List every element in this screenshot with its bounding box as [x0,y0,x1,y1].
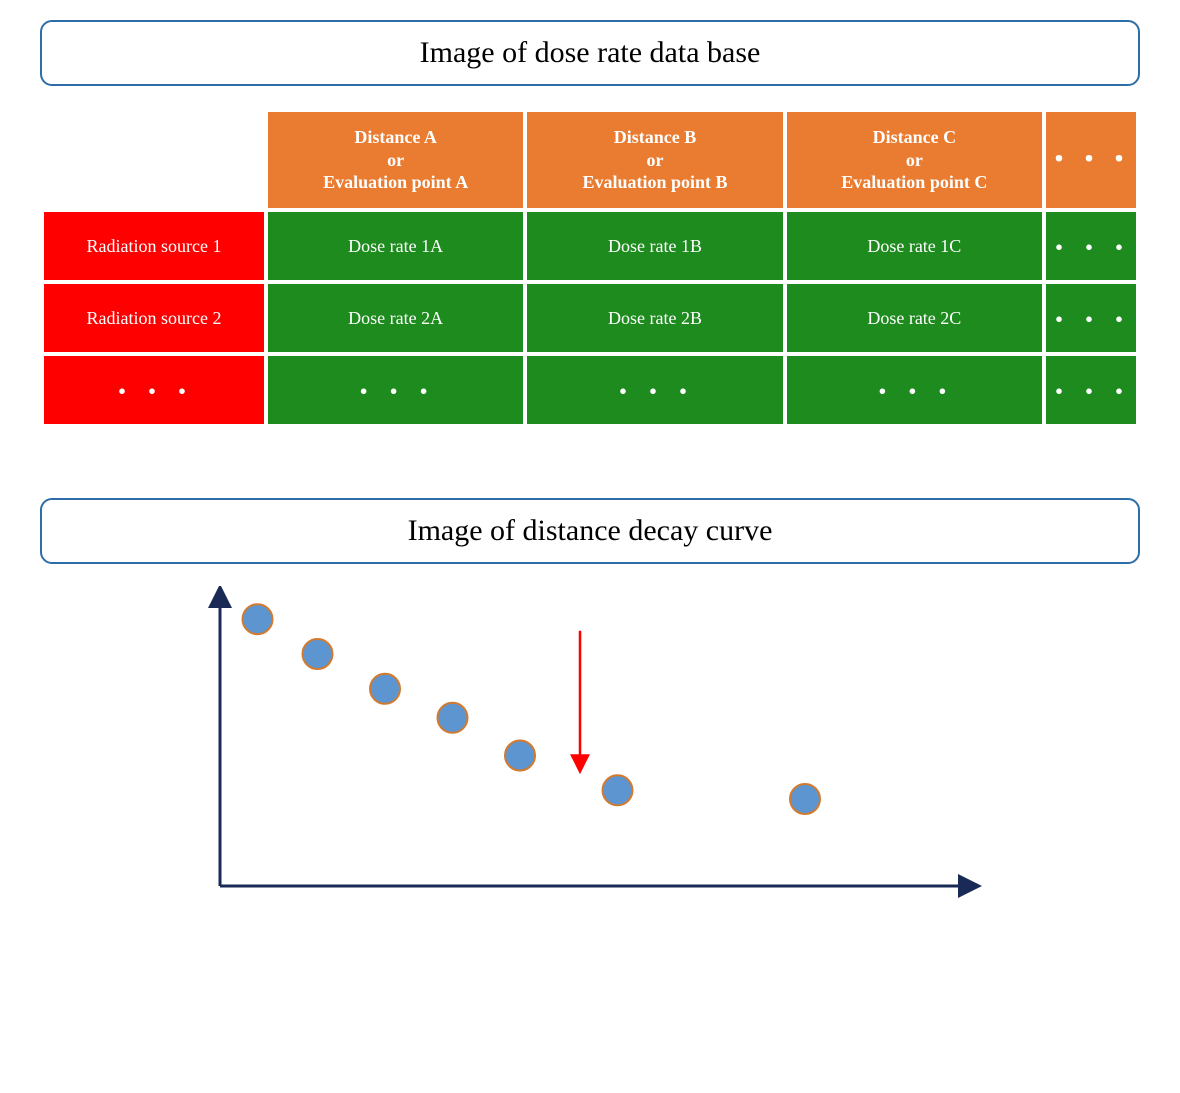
cell-1a: Dose rate 1A [268,212,523,280]
col-header-more: ・・・ [1046,112,1136,208]
col-a-line3: Evaluation point A [323,172,468,192]
col-b-line1: Distance B [614,127,697,147]
cell-2-more: ・・・ [1046,284,1136,352]
database-title-box: Image of dose rate data base [40,20,1140,86]
col-header-a: Distance A or Evaluation point A [268,112,523,208]
dose-rate-table: Distance A or Evaluation point A Distanc… [40,108,1140,428]
table-row: Radiation source 2 Dose rate 2A Dose rat… [44,284,1136,352]
decay-chart-area [190,586,990,921]
row-header-more: ・・・ [44,356,264,424]
row-header-2: Radiation source 2 [44,284,264,352]
row-header-1: Radiation source 1 [44,212,264,280]
cell-more-b: ・・・ [527,356,782,424]
cell-1-more: ・・・ [1046,212,1136,280]
cell-2a: Dose rate 2A [268,284,523,352]
table-header-row: Distance A or Evaluation point A Distanc… [44,112,1136,208]
database-table-wrap: Distance A or Evaluation point A Distanc… [40,108,1140,428]
curve-title-box: Image of distance decay curve [40,498,1140,564]
col-header-b: Distance B or Evaluation point B [527,112,782,208]
col-a-line1: Distance A [354,127,437,147]
table-row: Radiation source 1 Dose rate 1A Dose rat… [44,212,1136,280]
cell-1c: Dose rate 1C [787,212,1042,280]
col-c-line3: Evaluation point C [841,172,987,192]
cell-1b: Dose rate 1B [527,212,782,280]
decay-chart-svg [190,586,990,916]
col-b-line2: or [646,150,663,170]
col-c-line1: Distance C [873,127,957,147]
database-title-text: Image of dose rate data base [420,36,761,69]
cell-2b: Dose rate 2B [527,284,782,352]
table-row: ・・・ ・・・ ・・・ ・・・ ・・・ [44,356,1136,424]
diagram-page: Image of dose rate data base Distance A … [0,0,1180,961]
cell-more-c: ・・・ [787,356,1042,424]
table-corner-blank [44,112,264,208]
col-c-line2: or [906,150,923,170]
section-gap [40,428,1140,498]
cell-more-more: ・・・ [1046,356,1136,424]
col-header-c: Distance C or Evaluation point C [787,112,1042,208]
curve-title-text: Image of distance decay curve [408,514,773,547]
cell-2c: Dose rate 2C [787,284,1042,352]
col-b-line3: Evaluation point B [582,172,727,192]
cell-more-a: ・・・ [268,356,523,424]
col-a-line2: or [387,150,404,170]
